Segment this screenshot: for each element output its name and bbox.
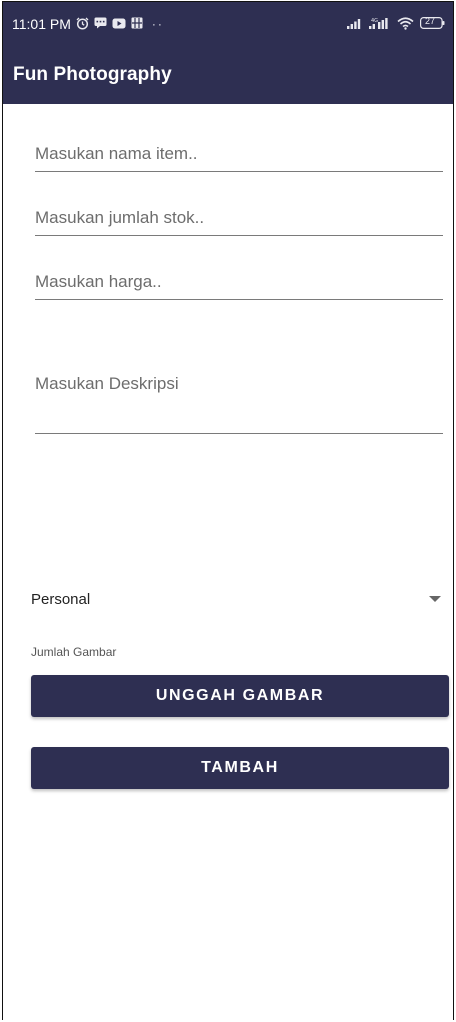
gallery-icon bbox=[131, 17, 143, 31]
youtube-icon bbox=[112, 18, 126, 31]
message-icon bbox=[94, 17, 107, 31]
description-field[interactable] bbox=[35, 372, 443, 434]
chevron-down-icon bbox=[429, 596, 441, 602]
description-input[interactable] bbox=[35, 372, 443, 428]
app-screen: 11:01 PM ·· 4G 27 Fun Photography Masuka… bbox=[2, 1, 454, 1020]
signal-icon bbox=[347, 18, 363, 31]
category-spinner[interactable]: Personal bbox=[31, 584, 447, 614]
stock-field[interactable] bbox=[35, 208, 443, 236]
app-title: Fun Photography bbox=[13, 64, 172, 85]
category-selected: Personal bbox=[31, 590, 91, 608]
upload-image-button[interactable]: UNGGAH GAMBAR bbox=[31, 675, 449, 717]
stock-input[interactable] bbox=[35, 208, 443, 228]
more-dots-icon: ·· bbox=[151, 17, 164, 31]
status-time: 11:01 PM bbox=[12, 16, 71, 32]
alarm-icon bbox=[76, 17, 89, 32]
status-left: 11:01 PM ·· bbox=[12, 16, 347, 32]
price-field[interactable] bbox=[35, 272, 443, 300]
item-name-input[interactable] bbox=[35, 144, 443, 164]
wifi-icon bbox=[397, 16, 414, 32]
image-count-label: Jumlah Gambar bbox=[31, 645, 117, 659]
app-bar: Fun Photography bbox=[3, 46, 453, 104]
battery-level: 27 bbox=[425, 16, 436, 26]
price-input[interactable] bbox=[35, 272, 443, 292]
4g-signal-icon: 4G bbox=[369, 17, 391, 32]
status-bar: 11:01 PM ·· 4G 27 bbox=[3, 2, 453, 46]
item-name-field[interactable] bbox=[35, 144, 443, 172]
svg-text:4G: 4G bbox=[371, 18, 378, 24]
battery-icon: 27 bbox=[420, 17, 445, 31]
status-right: 4G 27 bbox=[347, 17, 445, 32]
add-button[interactable]: TAMBAH bbox=[31, 747, 449, 789]
